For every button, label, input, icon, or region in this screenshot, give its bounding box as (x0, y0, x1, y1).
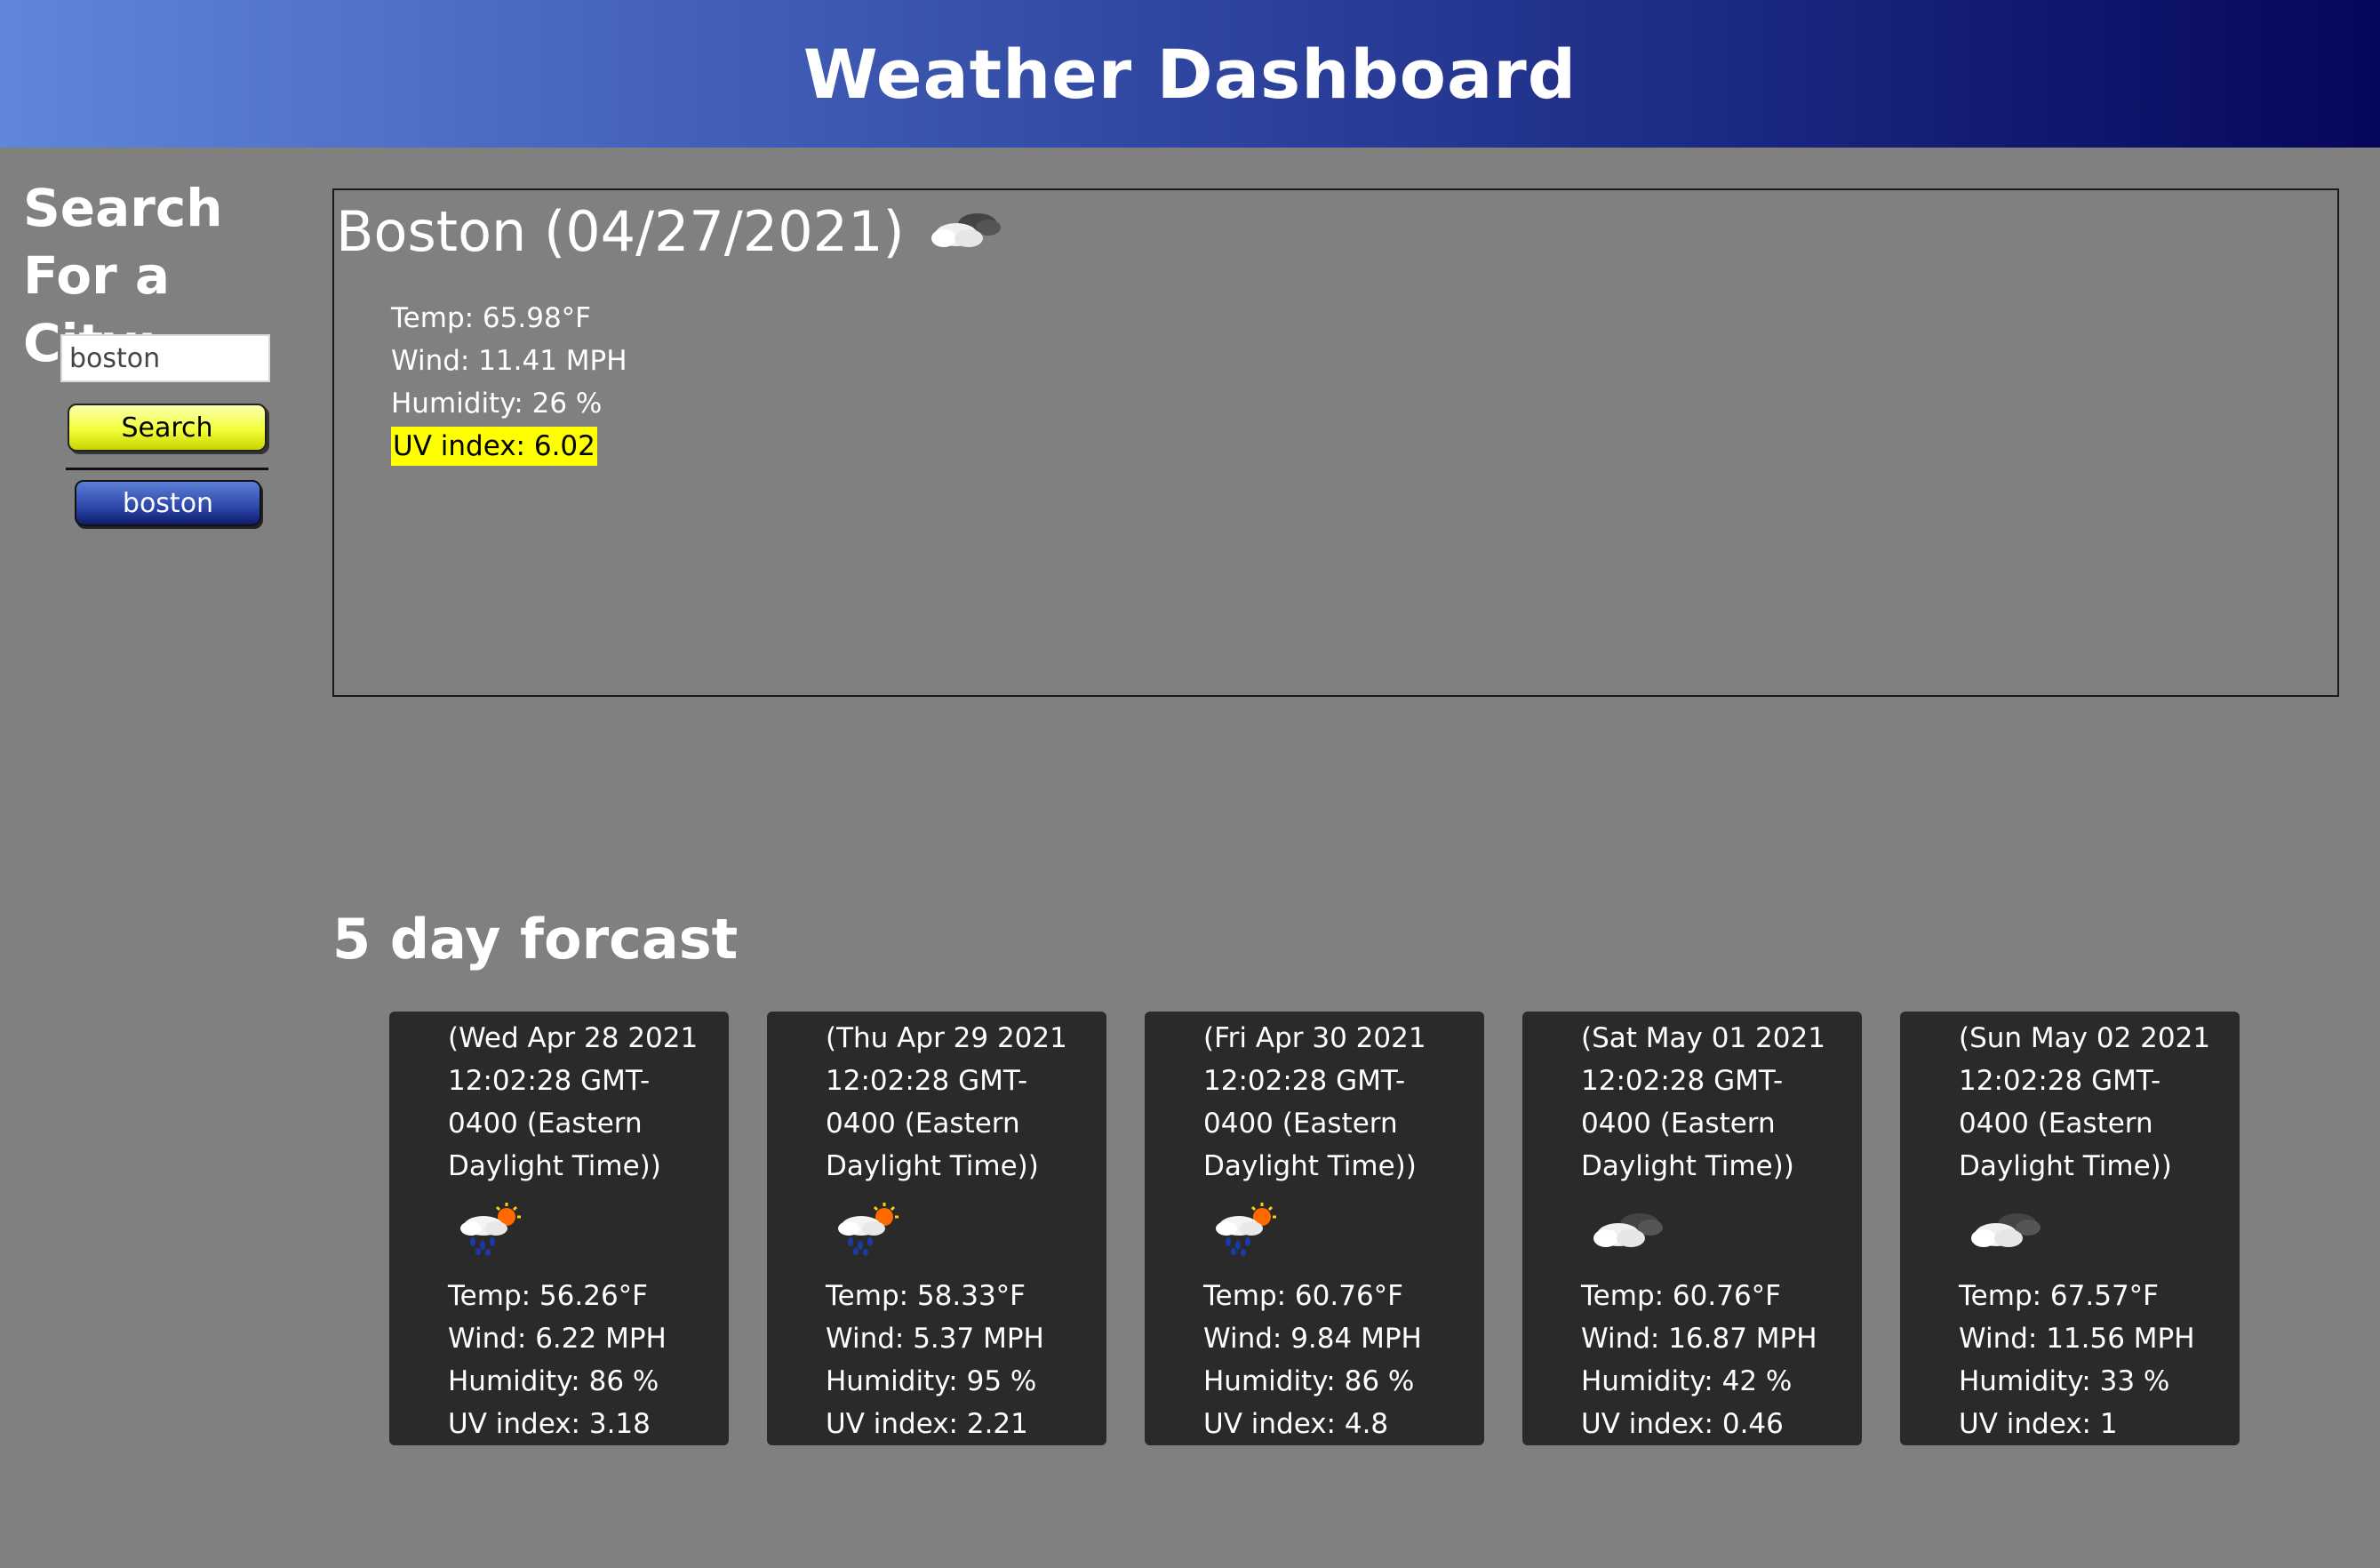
forecast-card: (Wed Apr 28 2021 12:02:28 GMT-0400 (East… (389, 1012, 729, 1445)
current-weather-stats: Temp: 65.98°F Wind: 11.41 MPH Humidity: … (391, 297, 627, 468)
current-humidity: Humidity: 26 % (391, 388, 603, 420)
partly-cloudy-icon (1959, 1188, 2240, 1269)
forecast-temp: Temp: 67.57°F (1959, 1280, 2159, 1312)
forecast-date: (Sat May 01 2021 12:02:28 GMT-0400 (East… (1581, 1022, 1825, 1182)
rain-sun-icon (448, 1188, 729, 1269)
forecast-date: (Thu Apr 29 2021 12:02:28 GMT-0400 (East… (826, 1022, 1067, 1182)
partly-cloudy-icon (1581, 1188, 1862, 1269)
forecast-uv-index: UV index: 3.18 (448, 1408, 651, 1440)
current-uv-index: UV index: 6.02 (391, 427, 597, 466)
current-city-date: Boston (04/27/2021) (336, 199, 905, 264)
forecast-card: (Fri Apr 30 2021 12:02:28 GMT-0400 (East… (1145, 1012, 1484, 1445)
search-sidebar: Search For a City: Search boston (23, 174, 307, 526)
forecast-humidity: Humidity: 95 % (826, 1365, 1037, 1397)
forecast-date: (Wed Apr 28 2021 12:02:28 GMT-0400 (East… (448, 1022, 699, 1182)
forecast-uv-index: UV index: 1 (1959, 1408, 2118, 1440)
forecast-temp: Temp: 58.33°F (826, 1280, 1026, 1312)
forecast-card: (Sun May 02 2021 12:02:28 GMT-0400 (East… (1900, 1012, 2240, 1445)
page-title: Weather Dashboard (803, 34, 1577, 114)
forecast-title: 5 day forcast (332, 907, 739, 972)
history-divider (66, 468, 268, 470)
forecast-cards: (Wed Apr 28 2021 12:02:28 GMT-0400 (East… (389, 1012, 2240, 1445)
city-search-input[interactable] (60, 334, 270, 382)
current-wind: Wind: 11.41 MPH (391, 345, 627, 377)
forecast-wind: Wind: 11.56 MPH (1959, 1323, 2195, 1355)
current-weather-panel: Boston (04/27/2021) Temp: 65.98°F Wind: … (332, 188, 2339, 697)
forecast-uv-index: UV index: 0.46 (1581, 1408, 1784, 1440)
forecast-humidity: Humidity: 86 % (448, 1365, 659, 1397)
forecast-uv-index: UV index: 4.8 (1203, 1408, 1389, 1440)
search-button[interactable]: Search (68, 404, 267, 452)
rain-sun-icon (826, 1188, 1106, 1269)
forecast-temp: Temp: 56.26°F (448, 1280, 648, 1312)
forecast-humidity: Humidity: 33 % (1959, 1365, 2170, 1397)
forecast-date: (Sun May 02 2021 12:02:28 GMT-0400 (East… (1959, 1022, 2211, 1182)
forecast-wind: Wind: 9.84 MPH (1203, 1323, 1422, 1355)
forecast-wind: Wind: 16.87 MPH (1581, 1323, 1817, 1355)
history-button-boston[interactable]: boston (75, 480, 261, 526)
forecast-card: (Sat May 01 2021 12:02:28 GMT-0400 (East… (1522, 1012, 1862, 1445)
forecast-uv-index: UV index: 2.21 (826, 1408, 1028, 1440)
forecast-humidity: Humidity: 86 % (1203, 1365, 1415, 1397)
forecast-wind: Wind: 5.37 MPH (826, 1323, 1044, 1355)
forecast-temp: Temp: 60.76°F (1581, 1280, 1781, 1312)
app-header: Weather Dashboard (0, 0, 2380, 148)
current-weather-title: Boston (04/27/2021) (336, 199, 1006, 264)
forecast-temp: Temp: 60.76°F (1203, 1280, 1403, 1312)
forecast-wind: Wind: 6.22 MPH (448, 1323, 667, 1355)
forecast-card: (Thu Apr 29 2021 12:02:28 GMT-0400 (East… (767, 1012, 1106, 1445)
rain-sun-icon (1203, 1188, 1484, 1269)
current-temp: Temp: 65.98°F (391, 302, 591, 334)
forecast-humidity: Humidity: 42 % (1581, 1365, 1793, 1397)
forecast-date: (Fri Apr 30 2021 12:02:28 GMT-0400 (East… (1203, 1022, 1426, 1182)
partly-cloudy-icon (926, 199, 1006, 264)
